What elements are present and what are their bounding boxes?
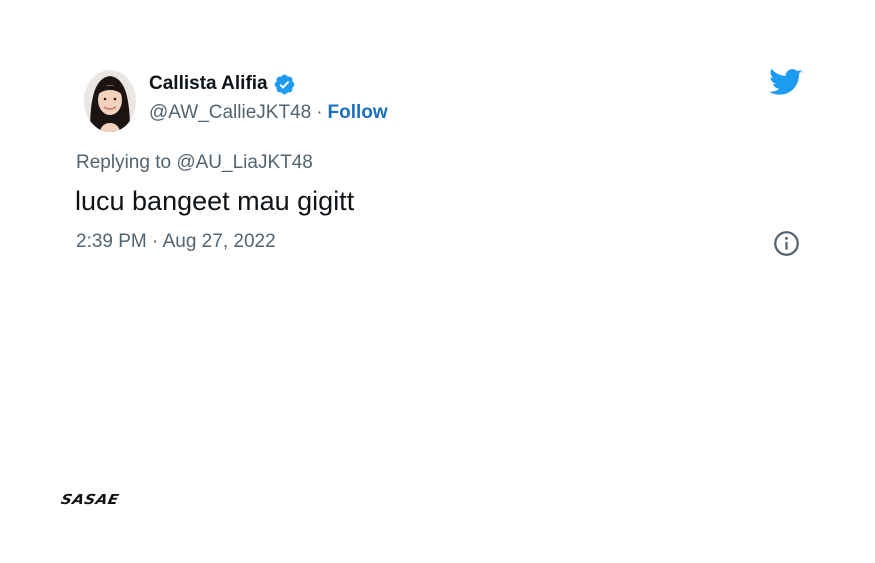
author-display-name[interactable]: Callista Alifia xyxy=(149,73,268,95)
replying-to-prefix: Replying to xyxy=(76,152,172,173)
replying-to-line: Replying to @AU_LiaJKT48 xyxy=(76,152,313,174)
name-row: Callista Alifia xyxy=(149,71,388,97)
brand-watermark: SASAE xyxy=(59,491,121,508)
avatar[interactable] xyxy=(84,70,136,132)
tweet-timestamp-link[interactable]: 2:39 PM · Aug 27, 2022 xyxy=(76,231,276,253)
follow-link[interactable]: Follow xyxy=(328,102,388,124)
reply-mention-link[interactable]: @AU_LiaJKT48 xyxy=(176,152,313,173)
verified-badge-icon xyxy=(273,73,296,96)
embedded-tweet: Callista Alifia @AW_CallieJKT48 · Follow… xyxy=(0,0,875,563)
tweet-text: lucu bangeet mau gigitt xyxy=(75,186,355,216)
twitter-bird-icon[interactable] xyxy=(769,68,803,98)
handle-row: @AW_CallieJKT48 · Follow xyxy=(149,99,388,127)
avatar-photo xyxy=(84,70,136,132)
separator-dot: · xyxy=(316,102,323,123)
info-icon[interactable] xyxy=(773,230,800,257)
author-block: Callista Alifia @AW_CallieJKT48 · Follow xyxy=(149,71,388,127)
author-handle[interactable]: @AW_CallieJKT48 xyxy=(149,102,311,124)
